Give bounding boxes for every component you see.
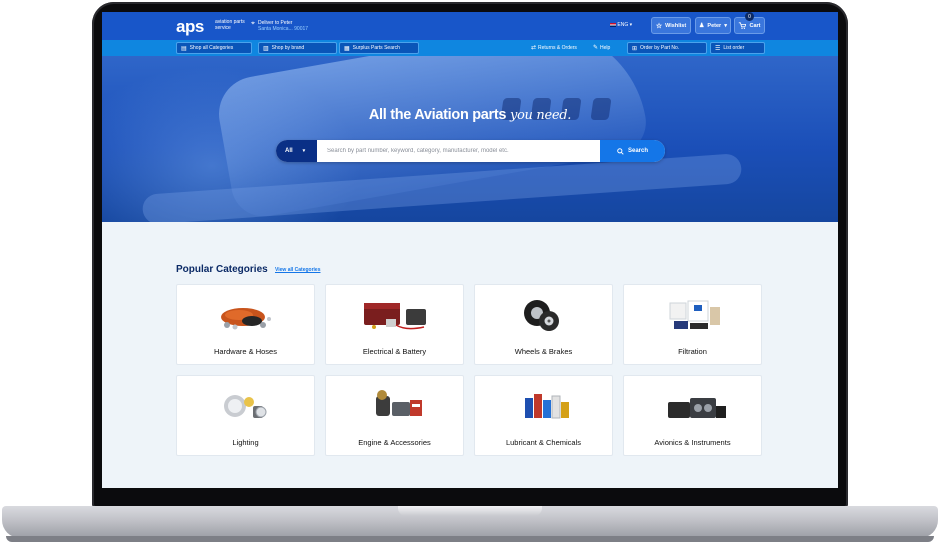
top-bar: aps aviation parts service ⌖ Deliver to …	[102, 12, 838, 40]
list-icon: ☰	[715, 45, 721, 52]
category-card-hardware-hoses[interactable]: Hardware & Hoses	[176, 284, 315, 365]
aps-logo[interactable]: aps	[176, 17, 204, 37]
language-selector[interactable]: ENG ▾	[610, 22, 632, 28]
returns-label: Returns & Orders	[538, 44, 577, 51]
search-button-label: Search	[627, 148, 648, 154]
light-icon	[224, 395, 267, 418]
view-all-categories-link[interactable]: View all Categories	[275, 267, 320, 273]
category-label: Electrical & Battery	[362, 347, 427, 356]
laptop-base-shadow	[6, 536, 934, 542]
flag-icon	[610, 22, 616, 27]
cart-count-badge: 0	[745, 12, 754, 21]
shop-all-categories-button[interactable]: ▤ Shop all Categories	[176, 42, 252, 54]
hoses-icon	[221, 308, 271, 330]
user-menu-button[interactable]: ♟ Peter ▾	[695, 17, 731, 34]
surplus-label: Surplus Parts Search	[352, 45, 400, 51]
deliver-location: Santa Monica... 90017	[258, 26, 309, 32]
search-icon	[617, 147, 624, 155]
user-label: Peter	[707, 22, 722, 29]
language-label: ENG	[617, 22, 629, 28]
help-label: Help	[600, 44, 611, 51]
wishlist-label: Wishlist	[665, 22, 687, 29]
returns-orders-link[interactable]: ⇄ Returns & Orders	[531, 44, 577, 52]
battery-icon	[364, 303, 426, 330]
category-card-engine-accessories[interactable]: Engine & Accessories	[325, 375, 464, 456]
cart-icon	[739, 21, 747, 29]
grid-icon: ▤	[181, 45, 187, 52]
tag-icon: ▥	[263, 45, 269, 52]
return-icon: ⇄	[531, 45, 537, 51]
category-label: Lighting	[232, 438, 259, 447]
wheel-icon	[524, 300, 559, 331]
category-label: Engine & Accessories	[358, 438, 431, 447]
deliver-to[interactable]: ⌖ Deliver to Peter Santa Monica... 90017	[251, 20, 309, 32]
category-label: Wheels & Brakes	[514, 347, 573, 356]
surplus-parts-search-button[interactable]: ▦ Surplus Parts Search	[339, 42, 419, 54]
category-label: Avionics & Instruments	[654, 438, 731, 447]
search-bar: All ▾ Search	[276, 140, 665, 162]
shop-all-label: Shop all Categories	[189, 45, 234, 51]
search-button[interactable]: Search	[600, 140, 665, 162]
location-pin-icon: ⌖	[251, 20, 255, 27]
chevron-down-icon: ▾	[302, 148, 306, 154]
category-card-lighting[interactable]: Lighting	[176, 375, 315, 456]
search-category-label: All	[285, 148, 293, 154]
order-by-part-button[interactable]: ⊞ Order by Part No.	[627, 42, 707, 54]
popular-categories-title: Popular Categories	[176, 264, 268, 275]
chevron-down-icon: ▾	[629, 22, 633, 28]
hero-headline: All the Aviation parts you need.	[102, 107, 838, 123]
cart-label: Cart	[749, 22, 761, 29]
category-card-wheels-brakes[interactable]: Wheels & Brakes	[474, 284, 613, 365]
help-icon: ✎	[593, 45, 599, 51]
search-category-select[interactable]: All ▾	[276, 140, 317, 162]
shop-brand-label: Shop by brand	[271, 45, 305, 51]
list-order-label: List order	[723, 45, 745, 51]
category-label: Filtration	[678, 347, 707, 356]
logo-tagline: aviation parts service	[215, 19, 245, 31]
category-label: Lubricant & Chemicals	[505, 438, 582, 447]
order-part-label: Order by Part No.	[640, 45, 680, 51]
help-link[interactable]: ✎ Help	[593, 44, 611, 52]
category-card-avionics-instruments[interactable]: Avionics & Instruments	[623, 375, 762, 456]
chemicals-icon	[525, 394, 569, 419]
chevron-down-icon: ▾	[724, 22, 727, 29]
wishlist-button[interactable]: ☆ Wishlist	[651, 17, 691, 34]
avionics-icon	[668, 398, 726, 418]
nav-bar: ▤ Shop all Categories ▥ Shop by brand ▦ …	[102, 40, 838, 56]
laptop-notch	[398, 506, 542, 516]
browser-screen: aps aviation parts service ⌖ Deliver to …	[102, 12, 838, 488]
hero-banner: All the Aviation parts you need. All ▾ S…	[102, 56, 838, 222]
category-card-electrical-battery[interactable]: Electrical & Battery	[325, 284, 464, 365]
filter-icon	[669, 300, 720, 329]
category-card-lubricant-chemicals[interactable]: Lubricant & Chemicals	[474, 375, 613, 456]
hero-title-main: All the Aviation parts	[368, 107, 507, 123]
order-icon: ⊞	[632, 45, 638, 52]
star-icon: ☆	[655, 22, 663, 30]
engine-icon	[376, 390, 422, 416]
search-input[interactable]	[317, 140, 600, 162]
surplus-icon: ▦	[344, 45, 350, 52]
shop-by-brand-button[interactable]: ▥ Shop by brand	[258, 42, 337, 54]
hero-title-script: you need.	[509, 108, 572, 123]
user-icon: ♟	[699, 23, 705, 29]
list-order-button[interactable]: ☰ List order	[710, 42, 765, 54]
category-label: Hardware & Hoses	[214, 347, 277, 356]
category-card-filtration[interactable]: Filtration	[623, 284, 762, 365]
